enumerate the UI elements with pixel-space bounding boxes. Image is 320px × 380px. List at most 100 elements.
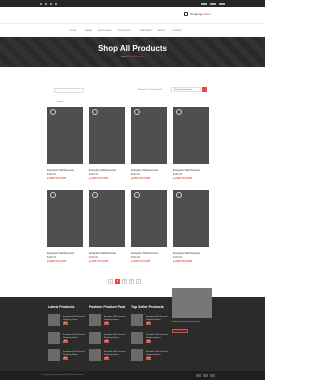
top-link-cart[interactable] bbox=[210, 2, 216, 5]
footer-price-badge: $29 bbox=[104, 340, 109, 343]
product-title[interactable]: Exception Wall Decorsel bbox=[173, 169, 200, 172]
product-title[interactable]: Exception Wall Decorsel bbox=[89, 252, 116, 255]
footer-product-thumb[interactable] bbox=[48, 332, 60, 344]
footer-product-thumb[interactable] bbox=[131, 314, 143, 326]
footer-product-item[interactable]: Exception Wall Decorsel Shopping Stores $2… bbox=[89, 349, 126, 361]
product-title[interactable]: Exception Wall Decorsel bbox=[131, 252, 158, 255]
site-logo[interactable]: shopping store bbox=[184, 12, 210, 16]
footer-product-thumb[interactable] bbox=[48, 349, 60, 361]
product-title[interactable]: Exception Wall Decorsel bbox=[89, 169, 116, 172]
product-title[interactable]: Exception Wall Decorsel bbox=[47, 169, 74, 172]
review-image[interactable] bbox=[172, 288, 212, 318]
bag-icon bbox=[184, 12, 188, 16]
wishlist-icon[interactable] bbox=[50, 109, 56, 115]
twitter-icon[interactable] bbox=[45, 2, 47, 5]
wishlist-icon[interactable] bbox=[92, 192, 98, 198]
footer-product-thumb[interactable] bbox=[89, 349, 101, 361]
footer-product-item[interactable]: Exception Wall Decorsel Shopping Stores $2… bbox=[131, 349, 168, 361]
add-to-cart-button[interactable]: ■ ADD TO CART bbox=[47, 260, 66, 263]
top-link-login[interactable] bbox=[219, 2, 225, 5]
read-more-button[interactable]: READ MORE bbox=[172, 329, 188, 333]
pagination-next[interactable]: » bbox=[136, 279, 141, 284]
footer-product-item[interactable]: Exception Wall Decorsel Shopping Stores $2… bbox=[131, 314, 168, 326]
product-image[interactable] bbox=[131, 190, 167, 247]
product-image[interactable] bbox=[173, 190, 209, 247]
footer-price-badge: $29 bbox=[146, 357, 151, 360]
footer-product-thumb[interactable] bbox=[48, 314, 60, 326]
result-count: Showing 1–16 of 16 results bbox=[138, 89, 163, 91]
breadcrumb-home[interactable]: Home bbox=[121, 56, 126, 58]
site-footer: Latest Products Fashion Product Post Top… bbox=[0, 297, 265, 371]
footer-price-badge: $29 bbox=[146, 340, 151, 343]
product-price: $120.00 bbox=[131, 173, 141, 176]
nav-contact[interactable]: CONTACT bbox=[172, 30, 182, 33]
product-image[interactable] bbox=[131, 107, 167, 164]
nav-portfolio[interactable]: PORTFOLIO bbox=[118, 30, 130, 33]
page-hero: Shop All Products Home / Shop All Produc… bbox=[0, 37, 265, 67]
nav-about[interactable]: ABOUT bbox=[158, 30, 165, 33]
sort-select[interactable]: Sort by default order bbox=[171, 87, 201, 92]
pagination-page-3[interactable]: 3 bbox=[129, 279, 134, 284]
social-icons bbox=[40, 2, 57, 5]
pagination: « 1 2 3 » bbox=[108, 279, 141, 284]
add-to-cart-button[interactable]: ■ ADD TO CART bbox=[89, 260, 108, 263]
top-bar bbox=[0, 0, 265, 7]
nav-home[interactable]: HOME bbox=[70, 30, 76, 33]
google-icon[interactable] bbox=[50, 2, 52, 5]
top-link-account[interactable] bbox=[201, 2, 207, 5]
add-to-cart-button[interactable]: ■ ADD TO CART bbox=[89, 177, 108, 180]
add-to-cart-button[interactable]: ■ ADD TO CART bbox=[47, 177, 66, 180]
pinterest-icon[interactable] bbox=[55, 2, 57, 5]
footer-product-item[interactable]: Exception Wall Decorsel Shopping Stores $2… bbox=[48, 314, 85, 326]
product-image[interactable] bbox=[47, 190, 83, 247]
footer-price-badge: $29 bbox=[63, 357, 68, 360]
wishlist-icon[interactable] bbox=[134, 109, 140, 115]
product-image[interactable] bbox=[89, 107, 125, 164]
footer-product-thumb[interactable] bbox=[89, 314, 101, 326]
footer-product-thumb[interactable] bbox=[131, 349, 143, 361]
product-title[interactable]: Exception Wall Decorsel bbox=[173, 252, 200, 255]
wishlist-icon[interactable] bbox=[50, 192, 56, 198]
footer-price-badge: $29 bbox=[63, 340, 68, 343]
sort-button[interactable] bbox=[202, 87, 207, 92]
pagination-page-1[interactable]: 1 bbox=[115, 279, 120, 284]
product-title[interactable]: Exception Wall Decorsel bbox=[47, 252, 74, 255]
footer-product-thumb[interactable] bbox=[131, 332, 143, 344]
add-to-cart-button[interactable]: ■ ADD TO CART bbox=[131, 177, 150, 180]
top-links bbox=[201, 2, 225, 5]
logo-accent: store bbox=[203, 12, 211, 16]
footer-product-item[interactable]: Exception Wall Decorsel Shopping Stores $2… bbox=[48, 349, 85, 361]
breadcrumb: Home / Shop All Products bbox=[121, 56, 144, 58]
add-to-cart-button[interactable]: ■ ADD TO CART bbox=[173, 260, 192, 263]
nav-shop-grids[interactable]: SHOP GRIDS bbox=[98, 30, 112, 33]
paypal-icon bbox=[210, 374, 215, 377]
nav-features[interactable]: FEATURES bbox=[140, 30, 151, 33]
wishlist-icon[interactable] bbox=[176, 109, 182, 115]
footer-product-item[interactable]: Exception Wall Decorsel Shopping Stores $2… bbox=[48, 332, 85, 344]
search-input[interactable] bbox=[55, 100, 83, 104]
add-to-cart-button[interactable]: ■ ADD TO CART bbox=[173, 177, 192, 180]
pagination-page-2[interactable]: 2 bbox=[122, 279, 127, 284]
footer-product-thumb[interactable] bbox=[89, 332, 101, 344]
product-image[interactable] bbox=[47, 107, 83, 164]
wishlist-icon[interactable] bbox=[92, 109, 98, 115]
footer-title-top-seller: Top Seller Products bbox=[131, 305, 164, 309]
footer-title-latest: Latest Products bbox=[48, 305, 75, 309]
footer-product-item[interactable]: Exception Wall Decorsel Shopping Stores $2… bbox=[131, 332, 168, 344]
product-title[interactable]: Exception Wall Decorsel bbox=[131, 169, 158, 172]
add-to-cart-button[interactable]: ■ ADD TO CART bbox=[131, 260, 150, 263]
wishlist-icon[interactable] bbox=[176, 192, 182, 198]
product-image[interactable] bbox=[89, 190, 125, 247]
main-nav: HOME PAGES SHOP GRIDS PORTFOLIO FEATURES… bbox=[0, 30, 265, 33]
product-image[interactable] bbox=[173, 107, 209, 164]
nav-pages[interactable]: PAGES bbox=[85, 30, 92, 33]
wishlist-icon[interactable] bbox=[134, 192, 140, 198]
breadcrumb-current: Shop All Products bbox=[128, 56, 144, 58]
page-title: Shop All Products bbox=[97, 44, 168, 53]
footer-price-badge: $29 bbox=[104, 322, 109, 325]
pagination-prev[interactable]: « bbox=[108, 279, 113, 284]
footer-product-item[interactable]: Exception Wall Decorsel Shopping Stores $2… bbox=[89, 314, 126, 326]
footer-product-item[interactable]: Exception Wall Decorsel Shopping Stores $2… bbox=[89, 332, 126, 344]
facebook-icon[interactable] bbox=[40, 2, 42, 5]
mastercard-icon bbox=[203, 374, 208, 377]
